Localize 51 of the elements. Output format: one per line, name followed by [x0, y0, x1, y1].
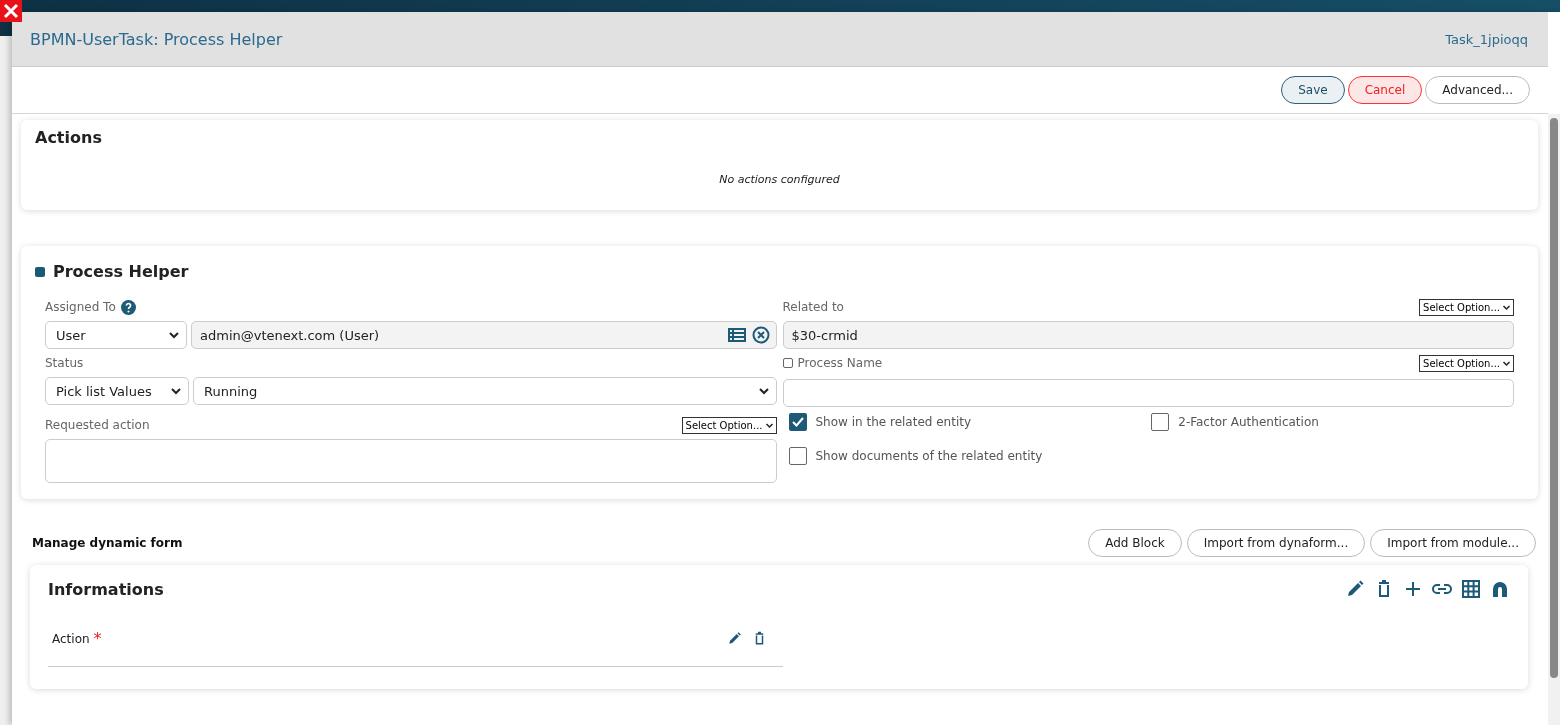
caret-icon: [757, 385, 770, 397]
field-label: Action: [52, 631, 90, 646]
field-label: Process Name: [797, 356, 883, 370]
checkbox-label: 2-Factor Authentication: [1178, 415, 1319, 429]
save-button[interactable]: Save: [1281, 76, 1345, 104]
task-id: Task_1jpioqq: [1445, 31, 1528, 47]
magnet-icon[interactable]: [1490, 579, 1510, 599]
section-title: Manage dynamic form: [32, 536, 183, 550]
clear-icon[interactable]: [751, 326, 770, 344]
caret-icon: [168, 329, 180, 341]
close-icon[interactable]: [0, 0, 22, 22]
option-select[interactable]: Select Option...: [681, 416, 777, 434]
grid-icon[interactable]: [1461, 579, 1481, 599]
scrollbar[interactable]: [1548, 114, 1560, 725]
field-label: Requested action: [45, 418, 150, 432]
required-mark: *: [93, 629, 102, 648]
requested-action-field[interactable]: [45, 439, 777, 483]
assignee-field[interactable]: admin@vtenext.com (User): [191, 321, 777, 349]
empty-message: No actions configured: [718, 173, 841, 186]
assignee-type-select[interactable]: User: [45, 321, 187, 349]
plus-icon[interactable]: [1403, 579, 1423, 599]
help-icon[interactable]: [120, 299, 136, 315]
form-action-button[interactable]: Add Block: [1088, 529, 1182, 557]
pencil-icon[interactable]: [1345, 579, 1365, 599]
dialog-title: BPMN-UserTask: Process Helper: [30, 29, 283, 49]
list-icon[interactable]: [727, 328, 746, 342]
form-action-button[interactable]: Import from dynaform...: [1186, 529, 1366, 557]
checkbox[interactable]: [788, 447, 807, 465]
option-select[interactable]: Select Option...: [1419, 354, 1514, 372]
section-title: Actions: [35, 128, 103, 147]
status-source-select[interactable]: Pick list Values: [45, 377, 189, 405]
related-to-field[interactable]: $30-crmid: [782, 321, 1514, 349]
field-label: Status: [45, 356, 84, 370]
block-title: Informations: [48, 579, 164, 599]
advanced-button[interactable]: Advanced...: [1425, 76, 1530, 104]
checkbox[interactable]: [1151, 413, 1170, 431]
process-name-field[interactable]: [782, 379, 1514, 407]
process-name-checkbox[interactable]: [782, 358, 793, 368]
checkbox[interactable]: [788, 413, 807, 431]
status-select[interactable]: Running: [193, 377, 777, 405]
form-action-button[interactable]: Import from module...: [1370, 529, 1536, 557]
caret-icon: [170, 385, 182, 397]
option-select[interactable]: Select Option...: [1419, 298, 1514, 316]
checkbox-label: Show documents of the related entity: [815, 449, 1043, 463]
checkbox-label: Show in the related entity: [815, 415, 972, 429]
enable-checkbox[interactable]: [35, 266, 45, 277]
section-title: Process Helper: [53, 262, 189, 281]
field-label: Assigned To: [45, 300, 116, 314]
cancel-button[interactable]: Cancel: [1347, 76, 1423, 104]
pencil-icon[interactable]: [727, 631, 742, 646]
field-label: Related to: [782, 300, 844, 314]
